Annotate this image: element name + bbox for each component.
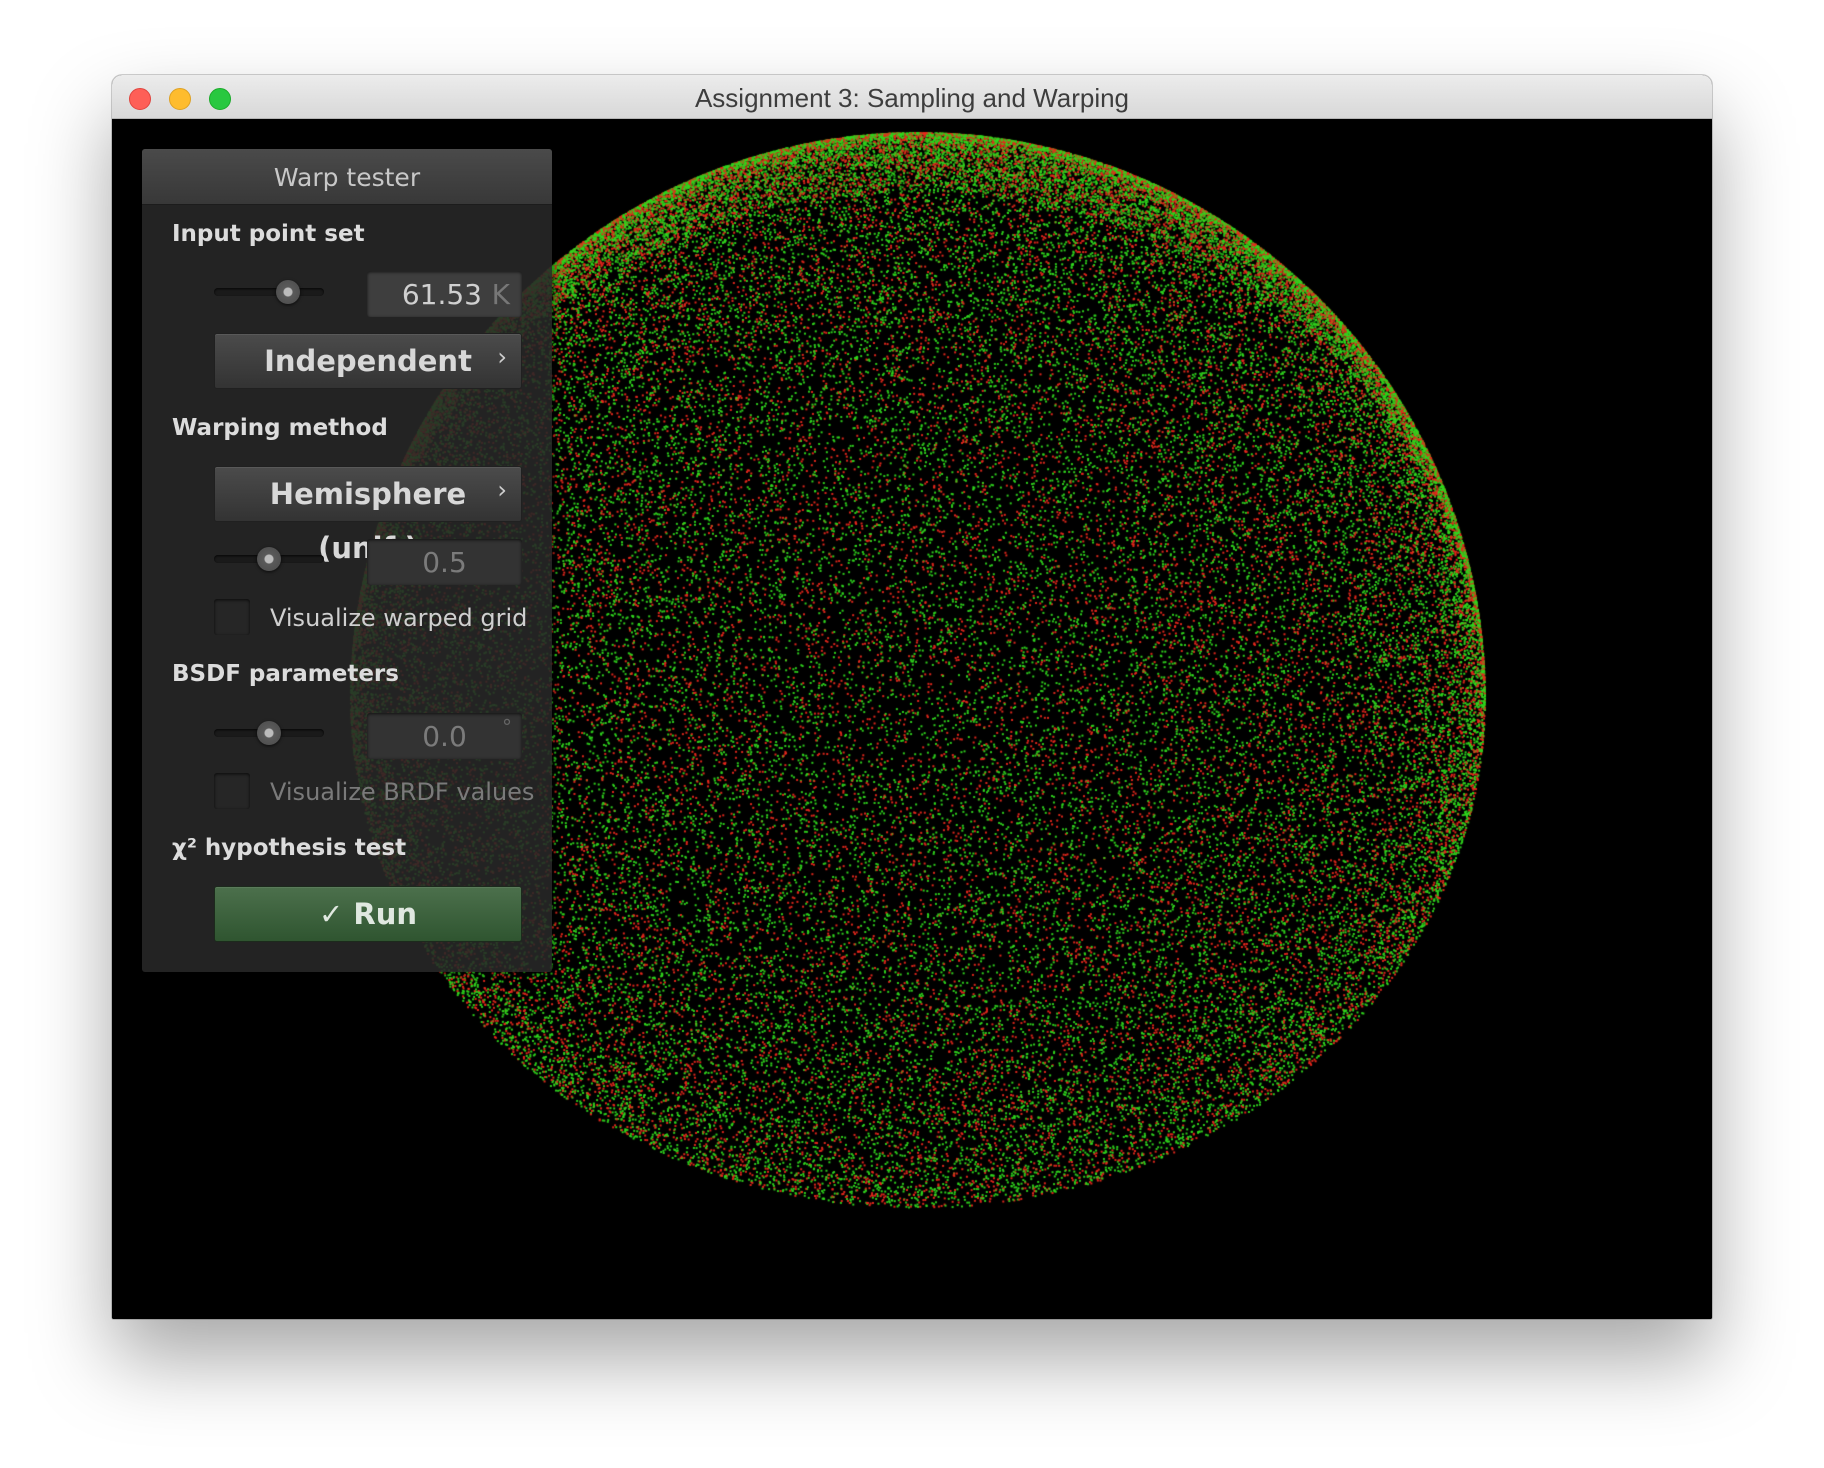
chevron-right-icon: › [497,343,507,371]
bsdf-parameters-heading: BSDF parameters [172,661,399,687]
hypothesis-test-heading: χ² hypothesis test [172,835,407,861]
run-test-button[interactable]: ✓ Run [214,886,522,942]
render-viewport[interactable]: Warp tester Input point set 61.53 K Inde… [112,119,1712,1319]
visualize-brdf-label: Visualize BRDF values [270,778,535,806]
slider-knob[interactable] [257,721,281,745]
slider-knob[interactable] [276,280,300,304]
point-count-value: 61.53 [401,278,482,311]
bsdf-value: 0.0 [422,720,467,753]
sampler-dropdown-button[interactable]: Independent › [214,333,522,389]
run-label: ✓ Run [318,897,418,931]
visualize-grid-label: Visualize warped grid [270,604,528,632]
app-window: Assignment 3: Sampling and Warping Warp … [112,75,1712,1319]
slider-knob[interactable] [257,547,281,571]
warping-method-heading: Warping method [172,415,388,441]
bsdf-value-field[interactable]: 0.0 ° [367,713,522,759]
slider-track [214,288,324,296]
bsdf-slider[interactable] [214,721,324,745]
warp-parameter-value: 0.5 [422,546,467,579]
title-bar: Assignment 3: Sampling and Warping [112,75,1712,119]
point-count-slider[interactable] [214,280,324,304]
point-count-field[interactable]: 61.53 K [367,271,522,317]
window-title: Assignment 3: Sampling and Warping [694,83,1130,113]
warping-method-dropdown-button[interactable]: Hemisphere (unif.) › [214,466,522,565]
warp-parameter-slider[interactable] [214,547,324,571]
warp-parameter-field[interactable]: 0.5 [367,539,522,585]
sampler-label: Independent [264,344,472,378]
visualize-grid-checkbox[interactable] [214,599,250,635]
panel-title[interactable]: Warp tester [142,149,552,205]
chevron-right-icon: › [497,476,507,504]
visualize-brdf-checkbox[interactable] [214,773,250,809]
input-point-set-heading: Input point set [172,221,365,247]
degree-unit: ° [502,715,512,739]
warp-tester-panel: Warp tester Input point set 61.53 K Inde… [142,149,552,972]
point-count-unit: K [491,278,510,311]
